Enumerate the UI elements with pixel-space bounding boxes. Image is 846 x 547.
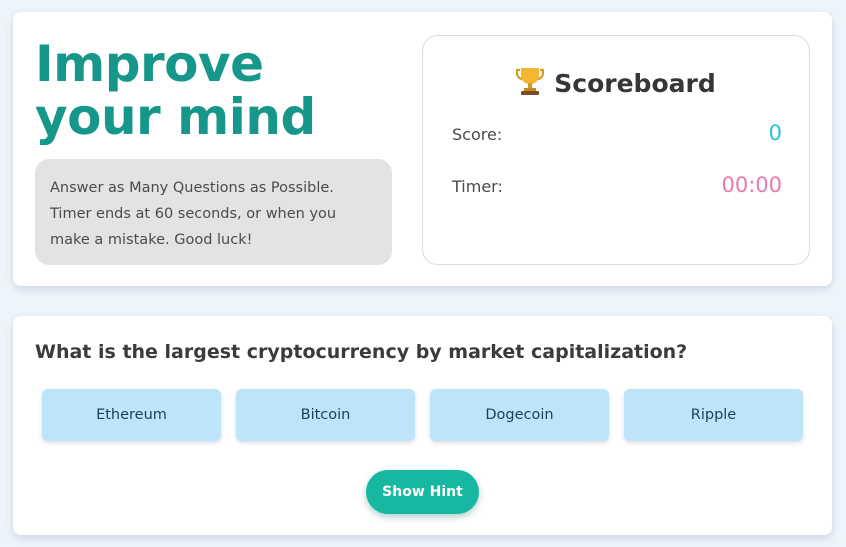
scoreboard-title: Scoreboard [423, 66, 809, 98]
answer-button-dogecoin[interactable]: Dogecoin [430, 389, 609, 441]
answer-button-ethereum[interactable]: Ethereum [42, 389, 221, 441]
trophy-icon [516, 68, 545, 95]
question-text: What is the largest cryptocurrency by ma… [35, 341, 688, 363]
score-row: Score: 0 [452, 121, 782, 151]
score-value: 0 [768, 121, 782, 145]
timer-label: Timer: [452, 177, 503, 196]
intro-card: Improve your mind Answer as Many Questio… [13, 12, 832, 286]
timer-value: 00:00 [721, 173, 782, 197]
score-label: Score: [452, 125, 503, 144]
scoreboard-title-text: Scoreboard [554, 69, 716, 98]
instructions-box: Answer as Many Questions as Possible. Ti… [35, 159, 392, 265]
timer-row: Timer: 00:00 [452, 173, 782, 203]
show-hint-button[interactable]: Show Hint [366, 470, 479, 514]
scoreboard-panel: Scoreboard Score: 0 Timer: 00:00 [422, 35, 810, 265]
headline: Improve your mind [35, 35, 316, 146]
question-card: What is the largest cryptocurrency by ma… [13, 316, 832, 535]
answer-button-ripple[interactable]: Ripple [624, 389, 803, 441]
answer-button-bitcoin[interactable]: Bitcoin [236, 389, 415, 441]
answer-options: Ethereum Bitcoin Dogecoin Ripple [42, 389, 803, 441]
